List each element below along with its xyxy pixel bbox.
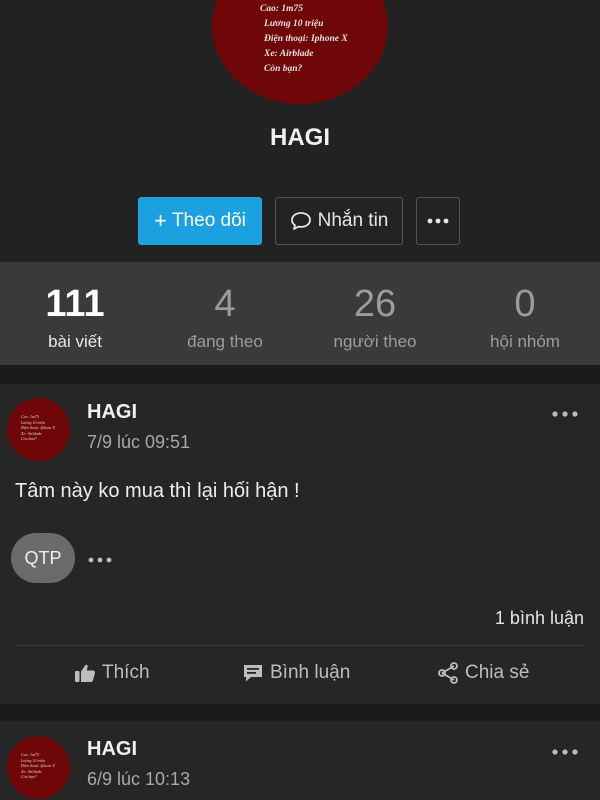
stats-bar: 111 bài viết 4 đang theo 26 người theo 0… bbox=[0, 262, 600, 365]
like-button[interactable]: Thích bbox=[74, 662, 150, 684]
avatar-text-line: Điện thoại: Iphone X bbox=[21, 425, 55, 430]
avatar-text: Cao: 1m75 Lương 10 triệu Điện thoại: Iph… bbox=[21, 414, 55, 442]
section-divider bbox=[0, 365, 600, 384]
stat-posts[interactable]: 111 bài viết bbox=[0, 262, 150, 365]
avatar-text-line: Điện thoại: Iphone X bbox=[21, 763, 55, 768]
comment-count[interactable]: 1 bình luận bbox=[495, 608, 584, 629]
stat-followers[interactable]: 26 người theo bbox=[300, 262, 450, 365]
avatar-text-line: Điện thoại: Iphone X bbox=[264, 34, 348, 44]
more-icon bbox=[552, 411, 578, 417]
stat-label: bài viết bbox=[48, 332, 102, 351]
post-timestamp[interactable]: 6/9 lúc 10:13 bbox=[87, 769, 190, 790]
stat-value: 0 bbox=[514, 283, 536, 325]
post-author-name[interactable]: HAGI bbox=[87, 401, 137, 424]
follow-label: Theo dõi bbox=[171, 210, 246, 231]
post-timestamp[interactable]: 7/9 lúc 09:51 bbox=[87, 432, 190, 453]
post-author-avatar[interactable]: Cao: 1m75 Lương 10 triệu Điện thoại: Iph… bbox=[7, 398, 70, 461]
like-label: Thích bbox=[102, 662, 150, 683]
comment-icon bbox=[242, 663, 264, 683]
thumbs-up-icon bbox=[74, 663, 96, 683]
stat-value: 111 bbox=[45, 283, 105, 325]
post-body: Tâm này ko mua thì lại hối hận ! bbox=[15, 480, 300, 502]
chat-bubble-icon bbox=[290, 211, 312, 231]
post-menu-button[interactable] bbox=[551, 406, 579, 417]
avatar-text-line: Còn bạn? bbox=[21, 436, 37, 441]
message-button[interactable]: Nhắn tin bbox=[275, 197, 403, 245]
stat-value: 4 bbox=[214, 283, 236, 325]
share-label: Chia sẻ bbox=[465, 662, 530, 683]
reactors-more-button[interactable] bbox=[88, 552, 112, 563]
stat-label: đang theo bbox=[187, 332, 263, 351]
avatar-text-line: Xe: Airblade bbox=[264, 49, 314, 59]
comment-label: Bình luận bbox=[270, 662, 351, 683]
stat-label: hội nhóm bbox=[490, 332, 560, 351]
post-author-avatar[interactable]: Cao: 1m75 Lương 10 triệu Điện thoại: Iph… bbox=[7, 736, 70, 799]
message-label: Nhắn tin bbox=[317, 210, 389, 231]
stat-following[interactable]: 4 đang theo bbox=[150, 262, 300, 365]
post-menu-button[interactable] bbox=[551, 744, 579, 755]
more-icon bbox=[552, 749, 578, 755]
avatar-text: Cao: 1m75 Lương 10 triệu Điện thoại: Iph… bbox=[260, 2, 384, 77]
more-icon bbox=[427, 218, 449, 224]
avatar-text: Cao: 1m75 Lương 10 triệu Điện thoại: Iph… bbox=[21, 752, 55, 780]
plus-icon: + bbox=[154, 208, 167, 233]
avatar-text-line: Còn bạn? bbox=[21, 774, 37, 779]
reactor-avatar[interactable]: QTP bbox=[11, 533, 75, 583]
post-actions: Thích Bình luận Chia sẻ bbox=[0, 654, 600, 698]
profile-avatar[interactable]: Cao: 1m75 Lương 10 triệu Điện thoại: Iph… bbox=[212, 0, 388, 104]
stat-value: 26 bbox=[353, 283, 397, 325]
stat-groups[interactable]: 0 hội nhóm bbox=[450, 262, 600, 365]
share-button[interactable]: Chia sẻ bbox=[437, 662, 529, 684]
comment-button[interactable]: Bình luận bbox=[242, 662, 350, 684]
avatar-text-line: Còn bạn? bbox=[264, 64, 303, 74]
post-card: Cao: 1m75 Lương 10 triệu Điện thoại: Iph… bbox=[0, 384, 600, 704]
profile-header: Cao: 1m75 Lương 10 triệu Điện thoại: Iph… bbox=[0, 0, 600, 262]
avatar-text-line: Lương 10 triệu bbox=[264, 19, 324, 29]
section-divider bbox=[0, 704, 600, 721]
follow-button[interactable]: + Theo dõi bbox=[138, 197, 262, 245]
more-icon bbox=[88, 557, 112, 563]
post-card: Cao: 1m75 Lương 10 triệu Điện thoại: Iph… bbox=[0, 721, 600, 800]
profile-name: HAGI bbox=[270, 124, 330, 151]
share-icon bbox=[437, 662, 459, 684]
profile-more-button[interactable] bbox=[416, 197, 460, 245]
stat-label: người theo bbox=[333, 332, 417, 351]
divider bbox=[15, 645, 585, 646]
post-author-name[interactable]: HAGI bbox=[87, 738, 137, 761]
avatar-text-line: Cao: 1m75 bbox=[260, 4, 304, 14]
